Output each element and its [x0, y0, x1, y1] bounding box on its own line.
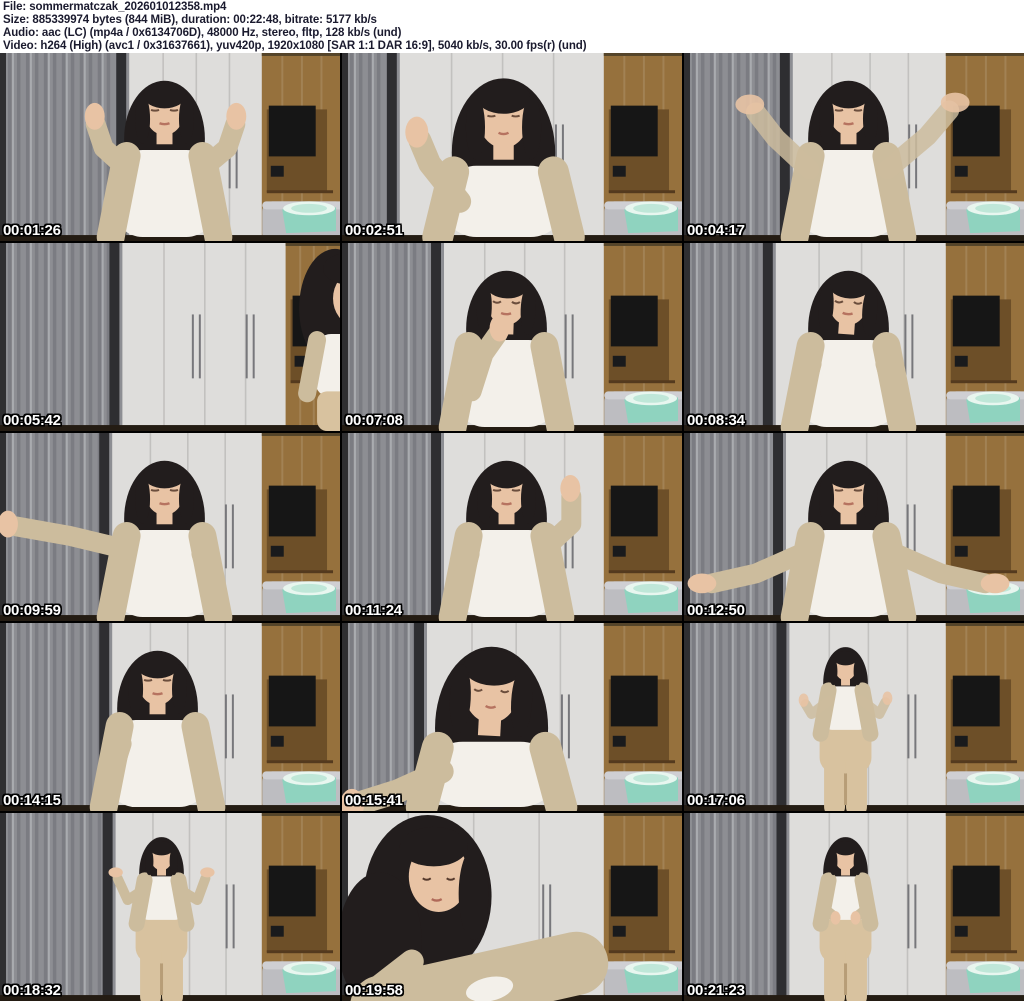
timestamp-label: 00:17:06: [687, 792, 745, 809]
file-line: File: sommermatczak_202601012358.mp4: [3, 1, 227, 13]
video-line: Video: h264 (High) (avc1 / 0x31637661), …: [3, 40, 587, 52]
thumbnail-image: [342, 53, 682, 241]
timestamp-label: 00:18:32: [3, 982, 61, 999]
size-line: Size: 885339974 bytes (844 MiB), duratio…: [3, 14, 377, 26]
video-thumbnail: 00:08:34: [684, 243, 1024, 431]
timestamp-label: 00:19:58: [345, 982, 403, 999]
thumbnail-image: [0, 433, 340, 621]
audio-line: Audio: aac (LC) (mp4a / 0x6134706D), 480…: [3, 27, 402, 39]
timestamp-label: 00:12:50: [687, 602, 745, 619]
video-thumbnail: 00:19:58: [342, 813, 682, 1001]
thumbnail-image: [342, 623, 682, 811]
video-thumbnail: 00:18:32: [0, 813, 340, 1001]
timestamp-label: 00:14:15: [3, 792, 61, 809]
timestamp-label: 00:04:17: [687, 222, 745, 239]
thumbnail-image: [342, 243, 682, 431]
thumbnail-image: [342, 813, 682, 1001]
video-thumbnail: 00:04:17: [684, 53, 1024, 241]
video-thumbnail: 00:01:26: [0, 53, 340, 241]
file-info-header: File: sommermatczak_202601012358.mp4 Siz…: [0, 0, 1024, 53]
timestamp-label: 00:08:34: [687, 412, 745, 429]
thumbnail-image: [0, 53, 340, 241]
thumbnail-image: [684, 433, 1024, 621]
timestamp-label: 00:05:42: [3, 412, 61, 429]
timestamp-label: 00:15:41: [345, 792, 403, 809]
thumbnail-image: [0, 623, 340, 811]
timestamp-label: 00:21:23: [687, 982, 745, 999]
thumbnail-image: [0, 813, 340, 1001]
video-thumbnail: 00:15:41: [342, 623, 682, 811]
thumbnail-grid: 00:01:26 00:02:51 00:04:17 00:05:42 00:0…: [0, 53, 1024, 1001]
timestamp-label: 00:07:08: [345, 412, 403, 429]
thumbnail-image: [684, 53, 1024, 241]
video-thumbnail: 00:07:08: [342, 243, 682, 431]
video-thumbnail: 00:17:06: [684, 623, 1024, 811]
timestamp-label: 00:09:59: [3, 602, 61, 619]
contact-sheet: File: sommermatczak_202601012358.mp4 Siz…: [0, 0, 1024, 1003]
thumbnail-image: [684, 243, 1024, 431]
video-thumbnail: 00:12:50: [684, 433, 1024, 621]
timestamp-label: 00:11:24: [345, 602, 402, 619]
video-thumbnail: 00:09:59: [0, 433, 340, 621]
video-thumbnail: 00:05:42: [0, 243, 340, 431]
video-thumbnail: 00:11:24: [342, 433, 682, 621]
thumbnail-image: [684, 813, 1024, 1001]
video-thumbnail: 00:21:23: [684, 813, 1024, 1001]
timestamp-label: 00:01:26: [3, 222, 61, 239]
timestamp-label: 00:02:51: [345, 222, 403, 239]
thumbnail-image: [342, 433, 682, 621]
video-thumbnail: 00:14:15: [0, 623, 340, 811]
thumbnail-image: [0, 243, 340, 431]
thumbnail-image: [684, 623, 1024, 811]
video-thumbnail: 00:02:51: [342, 53, 682, 241]
